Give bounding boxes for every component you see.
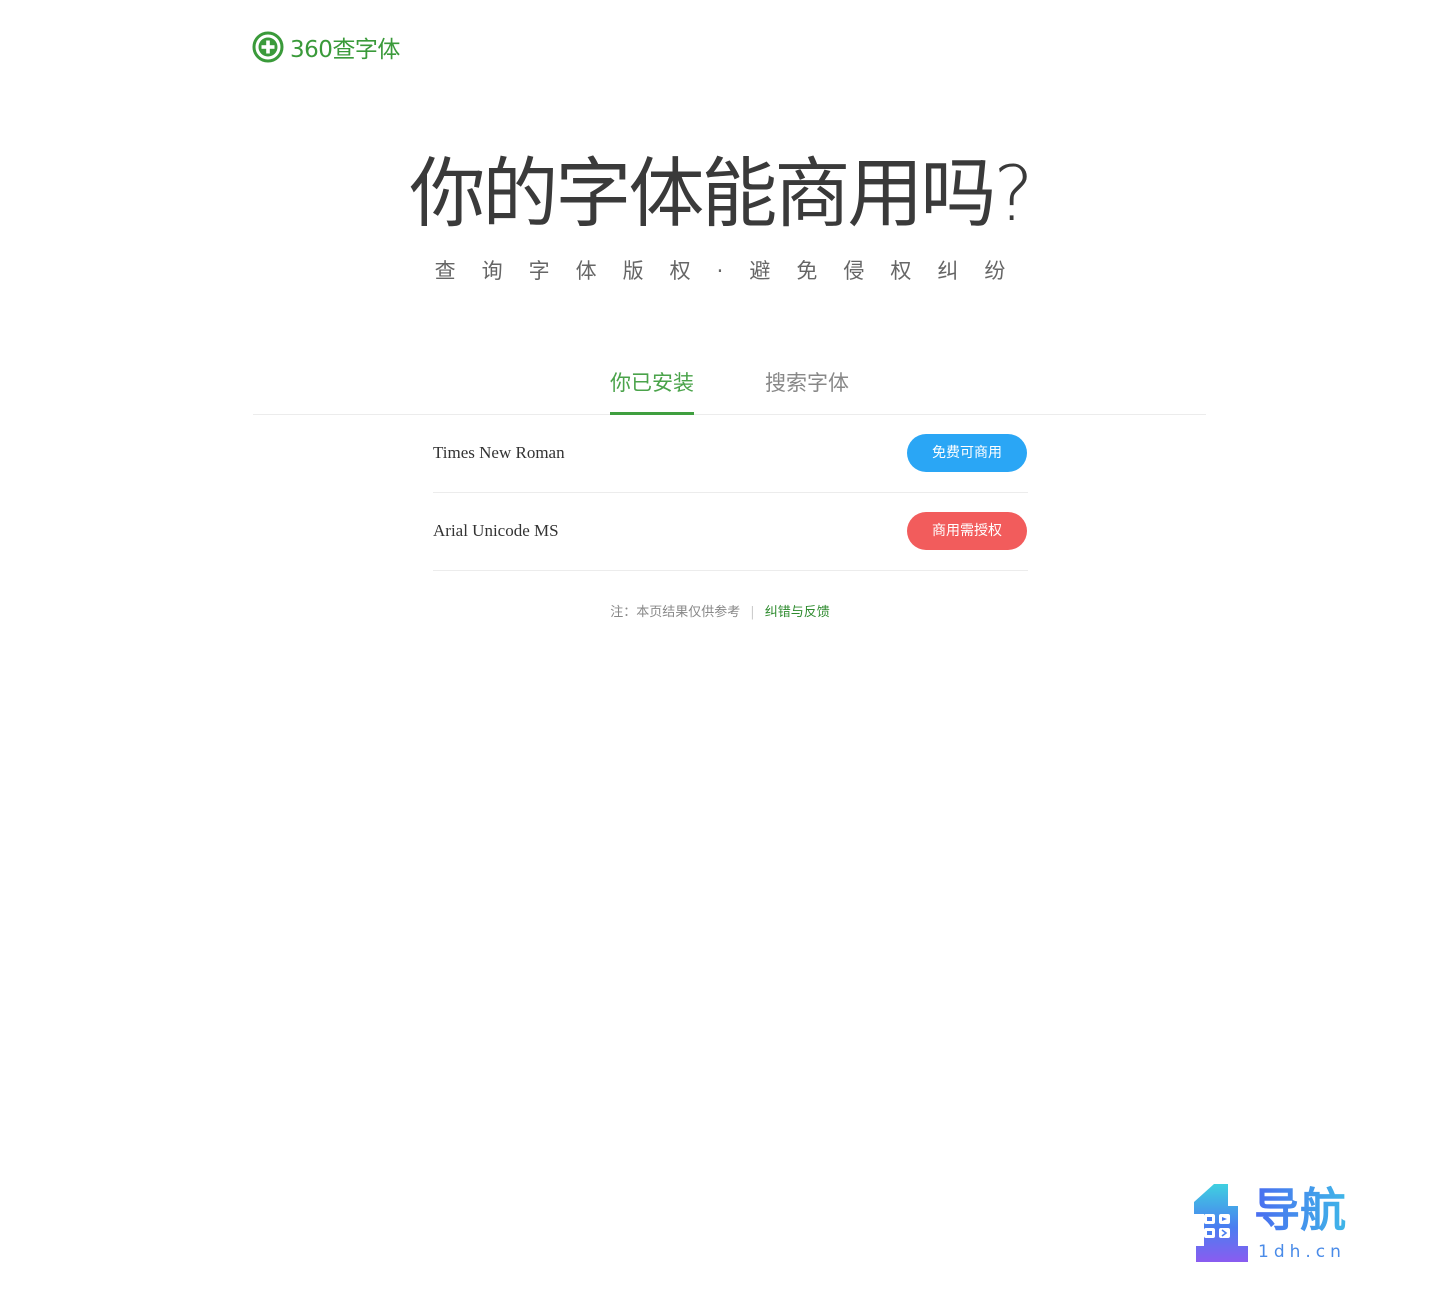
watermark-title: 导航: [1254, 1183, 1346, 1237]
license-status-button[interactable]: 商用需授权: [907, 512, 1027, 550]
tab-bar: 你已安装 搜索字体: [253, 360, 1206, 415]
logo-text: 360查字体: [290, 37, 400, 63]
note-separator: |: [750, 605, 755, 620]
tab-installed[interactable]: 你已安装: [610, 368, 694, 415]
hero-subtitle: 查询字体版权·避免侵权纠纷: [434, 259, 1032, 283]
license-status-button[interactable]: 免费可商用: [907, 434, 1027, 472]
plus-circle-icon: [252, 31, 284, 63]
one-nav-logo-icon: [1194, 1184, 1248, 1262]
feedback-link[interactable]: 纠错与反馈: [765, 605, 830, 620]
tab-search-fonts[interactable]: 搜索字体: [765, 368, 849, 398]
disclaimer-note: 注：本页结果仅供参考 | 纠错与反馈: [0, 603, 1440, 623]
watermark-logo: 导航 1dh.cn: [1190, 1178, 1365, 1266]
site-logo[interactable]: 360查字体: [252, 30, 400, 64]
hero-title: 你的字体能商用吗?: [409, 149, 1033, 238]
font-name: Times New Roman: [433, 443, 565, 462]
installed-font-list: Times New Roman 免费可商用 Arial Unicode MS 商…: [433, 415, 1028, 571]
font-name: Arial Unicode MS: [433, 521, 559, 540]
font-row: Arial Unicode MS 商用需授权: [433, 493, 1028, 571]
watermark-subtitle: 1dh.cn: [1258, 1242, 1346, 1262]
font-row: Times New Roman 免费可商用: [433, 415, 1028, 493]
disclaimer-text: 注：本页结果仅供参考: [610, 605, 741, 620]
